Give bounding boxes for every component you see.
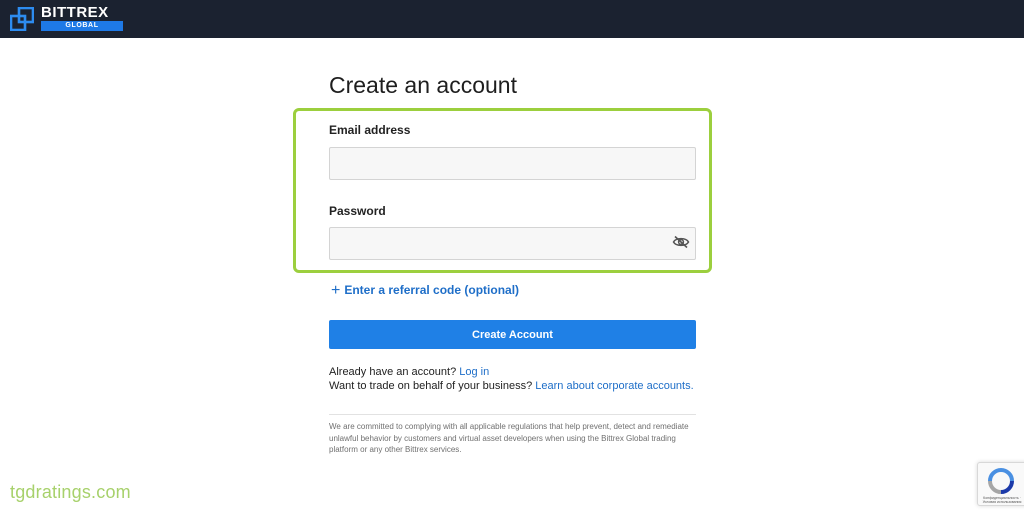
bittrex-logo-icon [10, 7, 34, 31]
bittrex-logo[interactable]: BITTREX GLOBAL [10, 4, 123, 33]
email-label: Email address [329, 123, 411, 137]
login-prompt: Already have an account? Log in [329, 365, 489, 379]
recaptcha-footer-text: Конфиденциальность · Условия использован… [982, 496, 1022, 504]
email-field[interactable] [329, 147, 696, 180]
plus-icon: + [331, 282, 341, 299]
referral-code-link[interactable]: + Enter a referral code (optional) [331, 282, 520, 299]
divider [329, 414, 696, 415]
recaptcha-badge[interactable]: Конфиденциальность · Условия использован… [977, 462, 1024, 506]
business-prompt: Want to trade on behalf of your business… [329, 379, 694, 393]
eye-slash-icon[interactable] [672, 235, 690, 249]
create-account-button[interactable]: Create Account [329, 320, 696, 349]
login-link[interactable]: Log in [459, 366, 489, 378]
password-label: Password [329, 204, 386, 218]
compliance-disclaimer: We are committed to complying with all a… [329, 422, 689, 454]
brand-name: BITTREX [41, 4, 109, 21]
have-account-text: Already have an account? [329, 366, 457, 378]
referral-code-label: Enter a referral code (optional) [344, 283, 520, 297]
corporate-accounts-link[interactable]: Learn about corporate accounts. [535, 380, 693, 392]
brand-sub: GLOBAL [41, 21, 123, 31]
recaptcha-icon [988, 468, 1014, 494]
business-text: Want to trade on behalf of your business… [329, 380, 533, 392]
page-title: Create an account [329, 72, 517, 98]
watermark: tgdratings.com [10, 482, 131, 502]
password-field[interactable] [329, 227, 696, 260]
top-bar: BITTREX GLOBAL [0, 0, 1024, 38]
